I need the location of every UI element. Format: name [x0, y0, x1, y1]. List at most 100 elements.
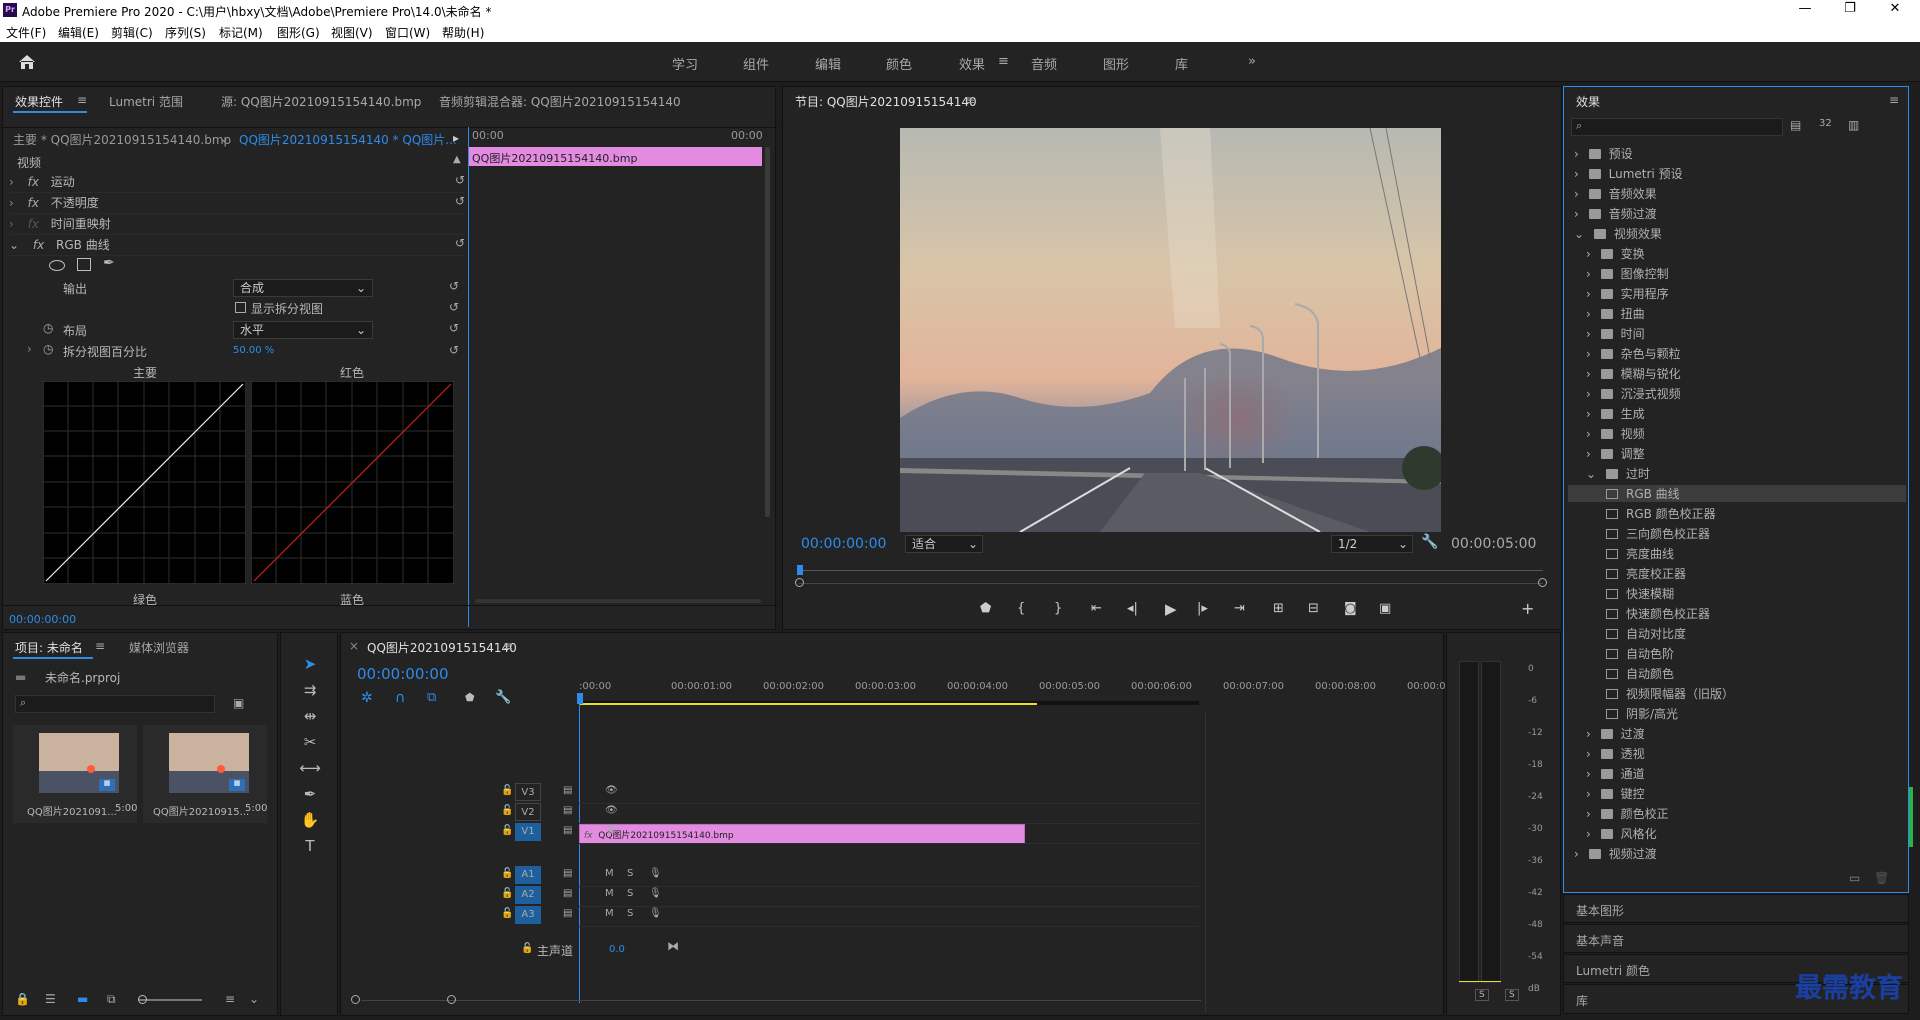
expand-chevron-icon[interactable]: ›: [9, 175, 14, 189]
split-view-checkbox[interactable]: [235, 302, 246, 313]
track-visibility-eye-icon[interactable]: 👁: [605, 805, 618, 816]
effect-item[interactable]: 亮度曲线: [1606, 545, 1674, 562]
program-title[interactable]: 节目: QQ图片20210915154140: [795, 93, 977, 110]
split-percent-value[interactable]: 50.00 %: [233, 345, 274, 365]
go-to-end-icon[interactable]: ⧓: [667, 939, 679, 953]
track-select-tool-icon[interactable]: ⇉: [297, 681, 323, 703]
menu-graphics[interactable]: 图形(G): [277, 24, 320, 41]
tree-video-effect-category[interactable]: › 风格化: [1586, 825, 1657, 842]
collapse-triangle-icon[interactable]: ▲: [453, 154, 461, 174]
tree-video-effect-category[interactable]: › 透视: [1586, 745, 1645, 762]
menu-sequence[interactable]: 序列(S): [165, 24, 206, 41]
mark-out-icon[interactable]: }: [1054, 601, 1062, 616]
project-search-input[interactable]: ⌕: [15, 695, 215, 713]
track-label[interactable]: V3: [515, 783, 541, 801]
timeline-playhead-line[interactable]: [579, 703, 580, 1003]
scroll-handle[interactable]: [1538, 578, 1547, 587]
zoom-slider[interactable]: [138, 999, 202, 1001]
effect-opacity[interactable]: 不透明度: [51, 196, 99, 210]
home-icon[interactable]: [18, 54, 36, 70]
track-output-icon[interactable]: ▤: [563, 888, 572, 899]
tab-audio-clip-mixer[interactable]: 音频剪辑混合器: QQ图片20210915154140: [439, 93, 681, 110]
quality-dropdown[interactable]: 1/2 ⌄: [1331, 535, 1413, 553]
solo-button[interactable]: S: [627, 868, 633, 879]
collapse-chevron-icon[interactable]: ⌄: [9, 238, 19, 252]
track-output-icon[interactable]: ▤: [563, 785, 572, 796]
go-to-out-icon[interactable]: ⇥: [1234, 601, 1245, 616]
timeline-timecode[interactable]: 00:00:00:00: [357, 665, 449, 683]
ec-clip-bar[interactable]: QQ图片20210915154140.bmp: [468, 147, 762, 166]
tree-video-effect-category[interactable]: › 键控: [1586, 785, 1645, 802]
tree-video-effect-category[interactable]: › 生成: [1586, 405, 1645, 422]
workspace-libraries[interactable]: 库: [1175, 54, 1188, 73]
play-triangle-icon[interactable]: ▸: [453, 131, 459, 151]
workspace-audio[interactable]: 音频: [1031, 54, 1057, 73]
effect-item[interactable]: 自动色阶: [1606, 645, 1674, 662]
accelerated-effects-icon[interactable]: ▤: [1790, 118, 1801, 132]
workspace-learn[interactable]: 学习: [672, 54, 698, 73]
tab-effect-controls[interactable]: 效果控件: [15, 93, 63, 110]
pen-tool-icon[interactable]: ✒: [297, 785, 323, 807]
lock-icon[interactable]: 🔒: [15, 992, 30, 1006]
timeline-settings-wrench-icon[interactable]: 🔧: [495, 690, 511, 705]
effect-item[interactable]: 视频限幅器（旧版）: [1606, 685, 1734, 702]
program-scrollbar[interactable]: [799, 583, 1543, 584]
tree-video-effect-category[interactable]: › 调整: [1586, 445, 1645, 462]
scroll-handle[interactable]: [351, 995, 360, 1004]
expand-chevron-icon[interactable]: ›: [9, 196, 14, 210]
essential-sound-panel[interactable]: 基本声音: [1563, 924, 1909, 953]
ellipse-mask-icon[interactable]: [49, 260, 65, 271]
track-label[interactable]: V1: [515, 823, 541, 841]
track-label[interactable]: A3: [515, 906, 541, 924]
timeline-playhead-handle[interactable]: [577, 693, 583, 704]
track-lock-icon[interactable]: 🔓: [501, 825, 513, 836]
menu-markers[interactable]: 标记(M): [219, 24, 263, 41]
essential-graphics-panel[interactable]: 基本图形: [1563, 894, 1909, 923]
chevron-down-icon[interactable]: ⌄: [219, 131, 229, 151]
fit-dropdown[interactable]: 适合 ⌄: [905, 535, 983, 553]
icon-view-icon[interactable]: ▬: [77, 992, 88, 1006]
master-track-value[interactable]: 0.0: [609, 944, 625, 955]
workspace-color[interactable]: 颜色: [886, 54, 912, 73]
lift-icon[interactable]: ⊞: [1273, 601, 1284, 616]
add-marker-icon[interactable]: ⬟: [465, 691, 475, 704]
track-visibility-eye-icon[interactable]: 👁: [605, 785, 618, 796]
tree-video-effect-category[interactable]: › 杂色与颗粒: [1586, 345, 1681, 362]
tab-lumetri-scopes[interactable]: Lumetri 范围: [109, 93, 183, 110]
effect-item-selected[interactable]: RGB 曲线: [1568, 485, 1906, 502]
scroll-handle[interactable]: [447, 995, 456, 1004]
menu-clip[interactable]: 剪辑(C): [111, 24, 153, 41]
vertical-scrollbar[interactable]: [1205, 713, 1206, 1013]
output-dropdown[interactable]: 合成 ⌄: [233, 279, 373, 297]
selection-tool-icon[interactable]: ➤: [297, 655, 323, 677]
step-forward-icon[interactable]: |▸: [1197, 601, 1208, 616]
effect-item[interactable]: 三向颜色校正器: [1606, 525, 1710, 542]
fx-icon[interactable]: fx: [28, 196, 39, 210]
tree-video-effect-category[interactable]: › 视频: [1586, 425, 1645, 442]
effect-item[interactable]: 自动颜色: [1606, 665, 1674, 682]
voice-over-mic-icon[interactable]: 🎙: [649, 868, 662, 879]
more-workspaces-button[interactable]: »: [1248, 54, 1256, 69]
mute-button[interactable]: M: [605, 868, 614, 879]
tree-video-effect-category[interactable]: › 过渡: [1586, 725, 1645, 742]
minimize-button[interactable]: —: [1785, 1, 1825, 19]
fx-icon[interactable]: fx: [28, 175, 39, 189]
tab-menu-icon[interactable]: ≡: [95, 639, 105, 653]
close-tab-icon[interactable]: ×: [349, 639, 359, 653]
program-video-frame[interactable]: [900, 128, 1441, 532]
tree-video-effect-category[interactable]: › 模糊与锐化: [1586, 365, 1681, 382]
menu-help[interactable]: 帮助(H): [442, 24, 484, 41]
effects-panel-title[interactable]: 效果: [1576, 93, 1600, 110]
track-lock-icon[interactable]: 🔓: [501, 908, 513, 919]
extract-icon[interactable]: ⊟: [1308, 601, 1319, 616]
ec-vertical-scrollbar[interactable]: [765, 147, 770, 517]
track-visibility-eye-icon[interactable]: 👁: [605, 825, 618, 836]
track-output-icon[interactable]: ▤: [563, 908, 572, 919]
effect-item[interactable]: 阴影/高光: [1606, 705, 1678, 722]
list-view-icon[interactable]: ☰: [45, 992, 56, 1006]
tab-media-browser[interactable]: 媒体浏览器: [129, 639, 189, 656]
track-lock-icon[interactable]: 🔓: [501, 868, 513, 879]
rectangle-mask-icon[interactable]: [77, 258, 91, 271]
tree-video-effect-category[interactable]: › 实用程序: [1586, 285, 1669, 302]
panel-menu-icon[interactable]: ≡: [1889, 93, 1899, 107]
